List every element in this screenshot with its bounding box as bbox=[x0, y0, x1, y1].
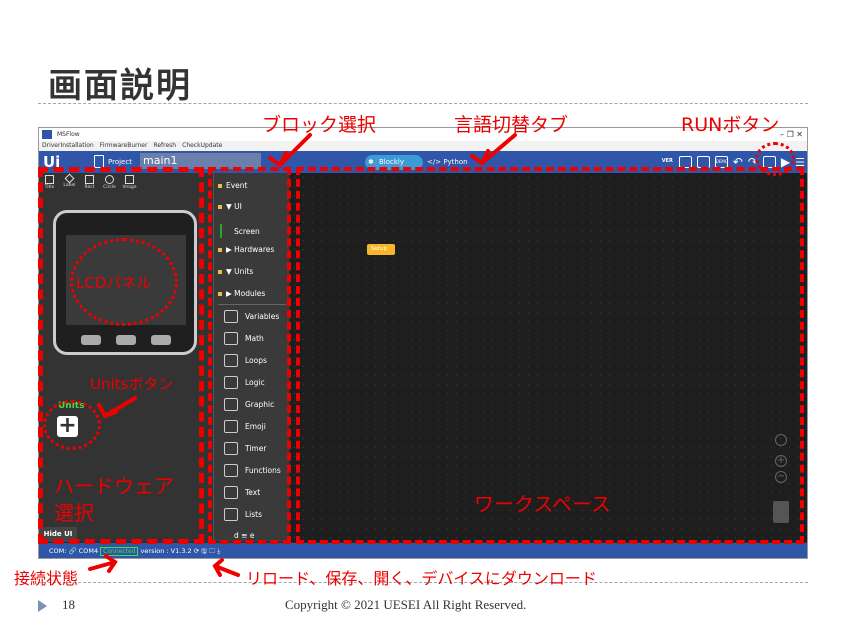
arrow-block-select bbox=[278, 133, 312, 167]
page-number: 18 bbox=[62, 597, 75, 612]
bullet-triangle-icon bbox=[38, 600, 47, 612]
arrow-lang-tab bbox=[480, 133, 517, 165]
copyright: Copyright © 2021 UESEI All Right Reserve… bbox=[285, 597, 527, 612]
annotation-arrows bbox=[88, 133, 517, 577]
